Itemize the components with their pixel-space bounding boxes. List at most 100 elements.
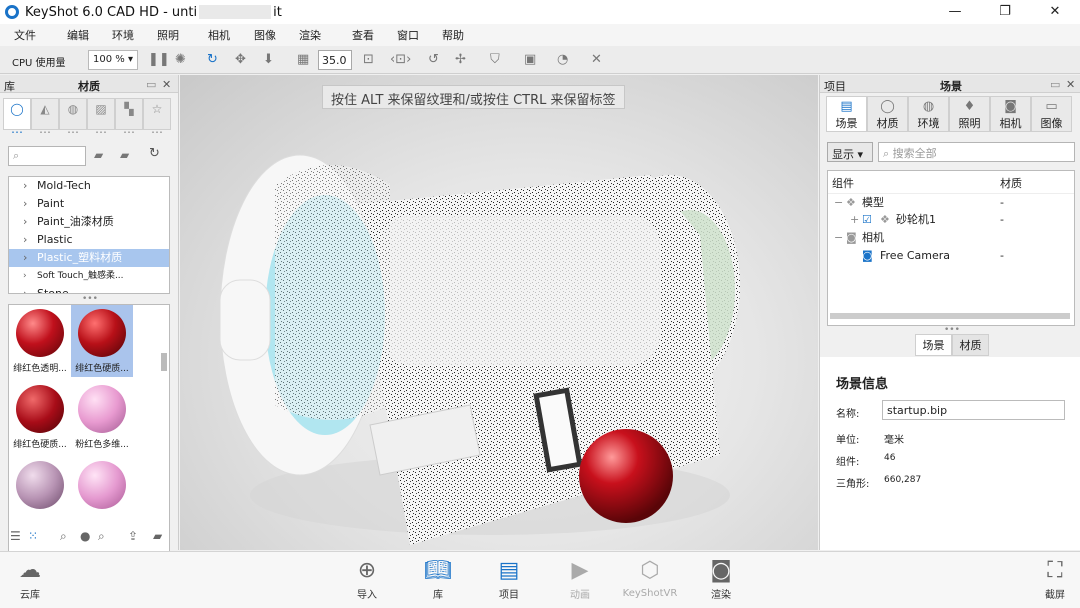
col-material: 材质: [1000, 177, 1022, 190]
close-button[interactable]: ✕: [1030, 0, 1080, 24]
horizontal-scrollbar[interactable]: [830, 313, 1070, 319]
subtab-material[interactable]: 材质: [952, 334, 989, 356]
menu-environment[interactable]: 环境: [112, 27, 134, 43]
menu-view[interactable]: 查看: [352, 27, 374, 43]
menu-image[interactable]: 图像: [254, 27, 276, 43]
tab-lighting[interactable]: ♦ 照明: [949, 96, 990, 132]
material-thumb[interactable]: 粉红色多维...: [71, 381, 133, 453]
menu-file[interactable]: 文件: [14, 27, 36, 43]
environment-icon: ◍: [922, 99, 935, 114]
material-thumb[interactable]: [9, 457, 71, 529]
menu-window[interactable]: 窗口: [397, 27, 419, 43]
geometry-icon[interactable]: ◔: [557, 52, 568, 67]
tools-icon[interactable]: ✕: [591, 52, 602, 67]
tree-item[interactable]: Plastic: [9, 231, 169, 249]
region-icon[interactable]: ⊡: [363, 52, 374, 67]
subtab-scene[interactable]: 场景: [915, 334, 952, 356]
slider-icon[interactable]: ●: [80, 529, 90, 543]
cloud-icon: ☁: [19, 558, 41, 583]
tab-label: 图像: [1040, 117, 1063, 130]
tree-row-grinder[interactable]: + ☑ ❖ 砂轮机1 -: [828, 211, 1074, 229]
menu-camera[interactable]: 相机: [208, 27, 230, 43]
scrollbar-thumb[interactable]: [161, 353, 167, 371]
backplates-tab-icon[interactable]: ▨…: [87, 98, 115, 136]
tree-item[interactable]: Stone: [9, 285, 169, 293]
library-search-input[interactable]: ⌕: [8, 146, 86, 166]
display-dropdown[interactable]: 显示 ▾: [827, 142, 873, 162]
tab-image[interactable]: ▭ 图像: [1031, 96, 1072, 132]
scene-search-input[interactable]: ⌕ 搜索全部: [878, 142, 1075, 162]
orbit-icon[interactable]: ↺: [428, 52, 439, 67]
colors-tab-icon[interactable]: ◭…: [31, 98, 59, 136]
menu-lighting[interactable]: 照明: [157, 27, 179, 43]
tree-item[interactable]: Mold-Tech: [9, 177, 169, 195]
menu-edit[interactable]: 编辑: [67, 27, 89, 43]
animation-button[interactable]: ▶ 动画: [550, 556, 610, 601]
render-button[interactable]: ◙ 渲染: [691, 556, 751, 601]
import-button[interactable]: ⊕ 导入: [337, 556, 397, 601]
material-thumb[interactable]: 绯红色透明...: [9, 305, 71, 377]
zoom-out-icon[interactable]: ⌕: [60, 529, 67, 544]
tree-row-free-camera[interactable]: ◙ Free Camera -: [828, 247, 1074, 265]
expand-icon[interactable]: +: [850, 211, 859, 229]
material-thumb-selected[interactable]: 绯红色硬质...: [71, 305, 133, 377]
folder-add-icon[interactable]: ▰: [94, 148, 103, 162]
splitter-handle[interactable]: •••: [82, 294, 98, 304]
tab-camera[interactable]: ◙ 相机: [990, 96, 1031, 132]
refresh-icon[interactable]: ↻: [149, 146, 160, 161]
tree-row-camera[interactable]: − ◙ 相机: [828, 229, 1074, 247]
maximize-button[interactable]: ❐: [980, 0, 1030, 24]
collapse-icon[interactable]: −: [834, 194, 843, 212]
panel-close-icon[interactable]: ✕: [1066, 78, 1075, 91]
project-button[interactable]: ▤ 项目: [479, 556, 539, 601]
tab-environment[interactable]: ◍ 环境: [908, 96, 949, 132]
zoom-icon[interactable]: ‹⊡›: [390, 52, 411, 67]
material-thumb[interactable]: [71, 457, 133, 529]
screenshot-button[interactable]: ⛶ 截屏: [1030, 556, 1080, 601]
undock-icon[interactable]: ▭: [146, 78, 156, 91]
tree-item[interactable]: Paint_油漆材质: [9, 213, 169, 231]
collapse-icon[interactable]: −: [834, 229, 843, 247]
fit-icon[interactable]: ✥: [235, 52, 246, 67]
render-icon: ◙: [710, 558, 732, 583]
name-field[interactable]: startup.bip: [882, 400, 1065, 420]
drop-icon[interactable]: ⬇: [263, 52, 274, 67]
window-title-suffix: it: [273, 4, 282, 20]
frame-icon[interactable]: ▣: [524, 52, 536, 67]
pause-icon[interactable]: ❚❚: [148, 52, 170, 67]
tab-materials[interactable]: ◯ 材质: [867, 96, 908, 132]
panel-close-icon[interactable]: ✕: [162, 78, 171, 91]
upload-icon[interactable]: ⇪: [128, 529, 138, 543]
environments-tab-icon[interactable]: ◍…: [59, 98, 87, 136]
material-thumb[interactable]: 绯红色硬质...: [9, 381, 71, 453]
library-button[interactable]: 📖︎ 库: [408, 556, 468, 601]
materials-tab-icon[interactable]: ◯…: [3, 98, 31, 136]
fov-input[interactable]: 35.0: [318, 50, 352, 70]
performance-icon[interactable]: ✺: [175, 52, 186, 67]
tree-item[interactable]: Soft Touch_触感柔...: [9, 267, 169, 285]
tree-row-model[interactable]: − ❖ 模型 -: [828, 193, 1074, 211]
tab-scene[interactable]: ▤ 场景: [826, 96, 867, 132]
menu-help[interactable]: 帮助: [442, 27, 464, 43]
favorites-tab-icon[interactable]: ☆…: [143, 98, 171, 136]
textures-tab-icon[interactable]: ▚…: [115, 98, 143, 136]
tree-item[interactable]: Paint: [9, 195, 169, 213]
grid-view-icon[interactable]: ⁙: [28, 529, 38, 543]
folder-remove-icon[interactable]: ▰: [120, 148, 129, 162]
minimize-button[interactable]: —: [930, 0, 980, 24]
pan-icon[interactable]: ✢: [455, 52, 466, 67]
menu-render[interactable]: 渲染: [299, 27, 321, 43]
render-viewport[interactable]: 按住 ALT 来保留纹理和/或按住 CTRL 来保留标签: [180, 75, 818, 550]
keyshotvr-button[interactable]: ⬡ KeyShotVR: [620, 556, 680, 599]
undock-icon[interactable]: ▭: [1050, 78, 1060, 91]
shield-icon[interactable]: ⛉: [490, 52, 500, 67]
import-folder-icon[interactable]: ▰: [153, 529, 162, 543]
zoom-in-icon[interactable]: ⌕: [98, 529, 105, 544]
tree-item-selected[interactable]: Plastic_塑料材质: [9, 249, 169, 267]
cpu-percent-select[interactable]: 100 % ▾: [88, 50, 138, 70]
cloud-library-button[interactable]: ☁ 云库: [0, 556, 60, 601]
checkbox-icon[interactable]: ☑: [862, 211, 872, 229]
screenshot-icon: ⛶: [1047, 558, 1063, 583]
reset-icon[interactable]: ↻: [207, 52, 218, 67]
list-view-icon[interactable]: ☰: [10, 529, 21, 543]
